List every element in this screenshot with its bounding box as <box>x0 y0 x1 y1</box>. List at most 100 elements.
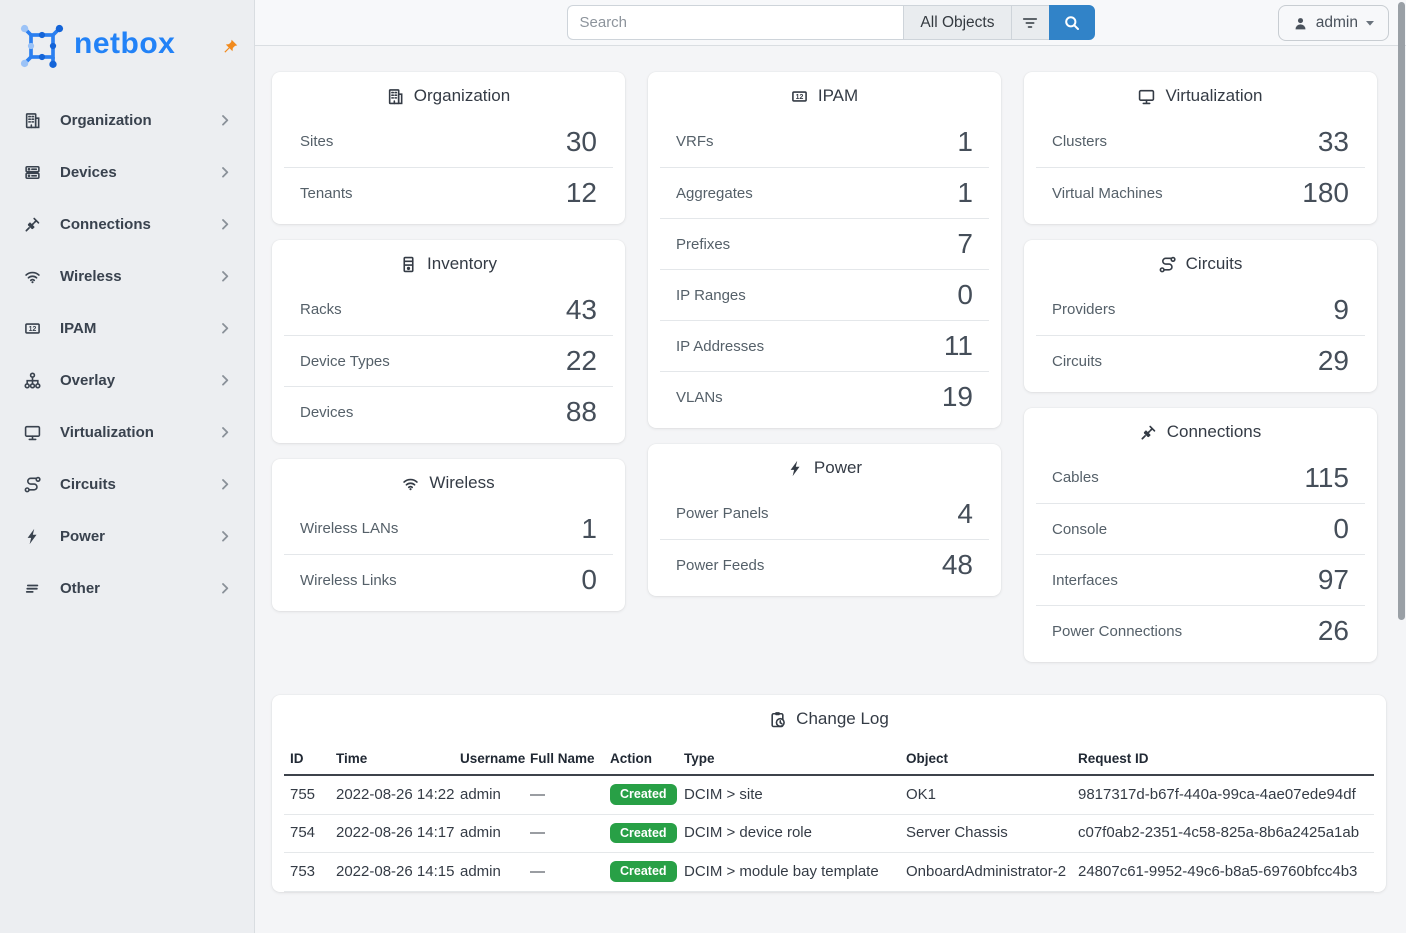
grid-column-3: Virtualization Clusters 33 Virtual Machi… <box>1024 72 1377 662</box>
stat-value[interactable]: 22 <box>566 347 597 375</box>
stat-value[interactable]: 19 <box>942 383 973 411</box>
sidebar-item-label: Overlay <box>60 372 115 389</box>
column-header-full-name: Full Name <box>524 743 604 775</box>
stat-value[interactable]: 1 <box>957 128 973 156</box>
changelog-id-link[interactable]: 755 <box>284 775 330 814</box>
stat-label: Device Types <box>300 353 390 370</box>
changelog-request-id-link[interactable]: 9817317d-b67f-440a-99ca-4ae07ede94df <box>1072 775 1374 814</box>
changelog-time-link[interactable]: 2022-08-26 14:15 <box>330 853 454 892</box>
card-title: Wireless <box>429 473 494 493</box>
stat-list: VRFs 1 Aggregates 1 Prefixes 7 <box>660 116 989 422</box>
changelog-title-row: Change Log <box>272 695 1386 737</box>
stat-value[interactable]: 4 <box>957 500 973 528</box>
sidebar-item-overlay[interactable]: Overlay <box>0 354 254 406</box>
stat-label: Power Connections <box>1052 623 1182 640</box>
stat-value[interactable]: 0 <box>581 566 597 594</box>
sitemap-icon <box>24 372 41 389</box>
stat-value[interactable]: 0 <box>1333 515 1349 543</box>
sidebar-item-circuits[interactable]: Circuits <box>0 458 254 510</box>
column-header-id: ID <box>284 743 330 775</box>
grid-column-1: Organization Sites 30 Tenants 12 <box>272 72 625 611</box>
changelog-time-link[interactable]: 2022-08-26 14:22 <box>330 775 454 814</box>
stat-label: IP Ranges <box>676 287 746 304</box>
netbox-logo[interactable]: netbox <box>20 24 175 68</box>
changelog-title: Change Log <box>796 709 889 729</box>
stat-row-providers: Providers 9 <box>1036 284 1365 335</box>
stat-label: Wireless LANs <box>300 520 398 537</box>
changelog-table: ID Time Username Full Name Action Type O… <box>284 743 1374 892</box>
stat-value[interactable]: 1 <box>957 179 973 207</box>
stat-row-tenants: Tenants 12 <box>284 167 613 218</box>
stat-row-devices: Devices 88 <box>284 386 613 437</box>
sidebar-item-wireless[interactable]: Wireless <box>0 250 254 302</box>
stat-value[interactable]: 11 <box>944 332 973 360</box>
column-header-request-id: Request ID <box>1072 743 1374 775</box>
changelog-id-link[interactable]: 753 <box>284 853 330 892</box>
card-title-row: Connections <box>1024 408 1377 450</box>
changelog-object-link[interactable]: OK1 <box>900 775 1072 814</box>
stat-row-sites: Sites 30 <box>284 116 613 167</box>
stat-label: Virtual Machines <box>1052 185 1163 202</box>
stat-value[interactable]: 12 <box>566 179 597 207</box>
changelog-id-link[interactable]: 754 <box>284 814 330 853</box>
stat-value[interactable]: 48 <box>942 551 973 579</box>
chevron-right-icon <box>221 271 230 282</box>
sidebar-item-ipam[interactable]: IPAM <box>0 302 254 354</box>
stat-value[interactable]: 97 <box>1318 566 1349 594</box>
scrollbar-thumb[interactable] <box>1398 2 1405 620</box>
stat-row-device-types: Device Types 22 <box>284 335 613 386</box>
building-icon <box>24 112 41 129</box>
stat-value[interactable]: 43 <box>566 296 597 324</box>
column-header-type: Type <box>678 743 900 775</box>
stat-label: Power Panels <box>676 505 769 522</box>
page-scrollbar[interactable] <box>1397 0 1406 933</box>
stat-value[interactable]: 115 <box>1304 464 1349 492</box>
card-title: Inventory <box>427 254 497 274</box>
stat-value[interactable]: 1 <box>581 515 597 543</box>
search-button[interactable] <box>1049 5 1095 40</box>
changelog-time-link[interactable]: 2022-08-26 14:17 <box>330 814 454 853</box>
stat-value[interactable]: 26 <box>1318 617 1349 645</box>
stat-value[interactable]: 7 <box>957 230 973 258</box>
ipam-numbers-icon <box>24 320 41 337</box>
stat-value[interactable]: 9 <box>1333 296 1349 324</box>
card-virtualization: Virtualization Clusters 33 Virtual Machi… <box>1024 72 1377 224</box>
bolt-icon <box>787 460 804 477</box>
netbox-dashboard: netbox Organization Devices Connections <box>0 0 1406 933</box>
stat-label: Providers <box>1052 301 1115 318</box>
user-menu-button[interactable]: admin <box>1278 5 1389 41</box>
sidebar-item-connections[interactable]: Connections <box>0 198 254 250</box>
table-header-row: ID Time Username Full Name Action Type O… <box>284 743 1374 775</box>
pin-sidebar-icon[interactable] <box>223 39 238 54</box>
table-row: 753 2022-08-26 14:15 admin — Created DCI… <box>284 853 1374 892</box>
stat-value[interactable]: 88 <box>566 398 597 426</box>
sidebar-item-virtualization[interactable]: Virtualization <box>0 406 254 458</box>
card-title: Connections <box>1167 422 1262 442</box>
stat-row-console: Console 0 <box>1036 503 1365 554</box>
card-ipam: IPAM VRFs 1 Aggregates 1 <box>648 72 1001 428</box>
sidebar-item-power[interactable]: Power <box>0 510 254 562</box>
stat-value[interactable]: 30 <box>566 128 597 156</box>
card-title: Organization <box>414 86 510 106</box>
filter-button[interactable] <box>1011 5 1049 40</box>
stat-value[interactable]: 0 <box>957 281 973 309</box>
changelog-request-id-link[interactable]: 24807c61-9952-49c6-b8a5-69760bfcc4b3 <box>1072 853 1374 892</box>
stat-value[interactable]: 180 <box>1302 179 1349 207</box>
sidebar-item-label: Organization <box>60 112 152 129</box>
wifi-icon <box>402 475 419 492</box>
sidebar-item-devices[interactable]: Devices <box>0 146 254 198</box>
stat-value[interactable]: 29 <box>1318 347 1349 375</box>
stat-row-interfaces: Interfaces 97 <box>1036 554 1365 605</box>
sidebar-nav: Organization Devices Connections Wireles… <box>0 94 254 614</box>
user-menu-label: admin <box>1316 14 1358 32</box>
stat-value[interactable]: 33 <box>1318 128 1349 156</box>
card-connections: Connections Cables 115 Console 0 <box>1024 408 1377 662</box>
search-scope-dropdown[interactable]: All Objects <box>903 5 1010 40</box>
search-input[interactable] <box>567 5 904 40</box>
changelog-object-link[interactable]: Server Chassis <box>900 814 1072 853</box>
card-title-row: Wireless <box>272 459 625 501</box>
changelog-request-id-link[interactable]: c07f0ab2-2351-4c58-825a-8b6a2425a1ab <box>1072 814 1374 853</box>
sidebar-item-organization[interactable]: Organization <box>0 94 254 146</box>
bolt-icon <box>24 528 41 545</box>
sidebar-item-other[interactable]: Other <box>0 562 254 614</box>
